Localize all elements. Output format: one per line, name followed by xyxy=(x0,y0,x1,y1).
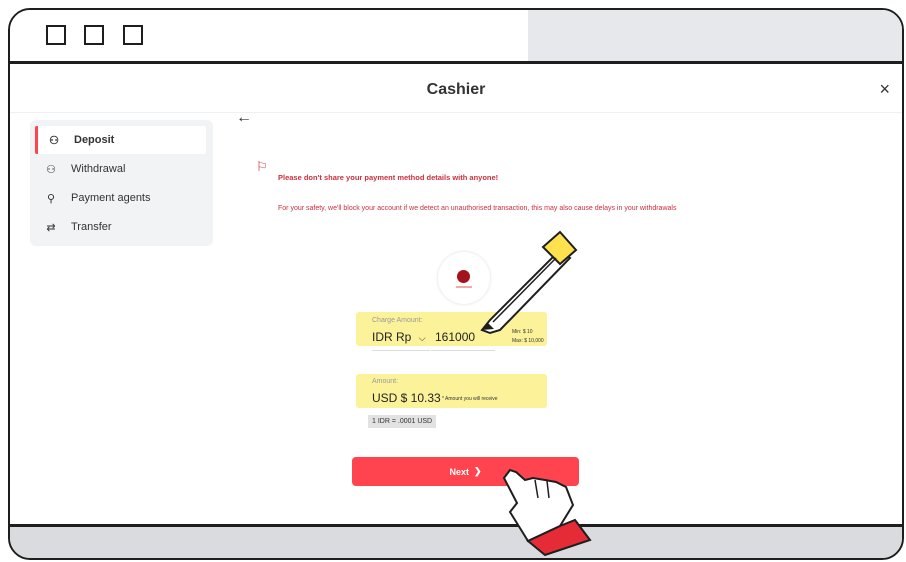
sidebar-item-deposit[interactable]: ⚇ Deposit xyxy=(35,126,206,154)
deposit-icon: ⚇ xyxy=(49,134,59,147)
amount-underline xyxy=(431,350,495,351)
sidebar-item-payment-agents[interactable]: ⚲ Payment agents xyxy=(35,184,206,212)
flag-icon: ⚐ xyxy=(256,159,268,174)
withdrawal-icon: ⚇ xyxy=(46,163,56,176)
payment-agents-icon: ⚲ xyxy=(46,192,56,205)
cashier-app: Cashier × ⚇ Deposit ⚇ Withdrawal ⚲ Payme… xyxy=(10,67,902,527)
max-limit: Max: $ 10,000 xyxy=(512,338,544,344)
amount-label: Amount: xyxy=(372,378,399,385)
sidebar-item-label: Withdrawal xyxy=(71,163,126,175)
warning-text: For your safety, we'll block your accoun… xyxy=(278,205,677,212)
receive-amount-value: USD $ 10.33 xyxy=(372,391,441,405)
window-button-3[interactable] xyxy=(123,25,143,45)
window-bottombar xyxy=(10,524,902,558)
close-icon[interactable]: × xyxy=(879,79,890,100)
currency-value: IDR Rp xyxy=(372,330,412,344)
window-button-2[interactable] xyxy=(84,25,104,45)
back-arrow-icon[interactable]: ← xyxy=(236,109,252,127)
window-titlebar xyxy=(10,10,902,64)
sidebar-item-label: Transfer xyxy=(71,221,112,233)
window-button-1[interactable] xyxy=(46,25,66,45)
cashier-sidebar: ⚇ Deposit ⚇ Withdrawal ⚲ Payment agents … xyxy=(30,120,213,246)
page-title: Cashier xyxy=(426,81,486,98)
sidebar-item-transfer[interactable]: ⇄ Transfer xyxy=(35,213,206,241)
warning-title: Please don't share your payment method d… xyxy=(278,173,499,182)
currency-select[interactable]: IDR Rp ⌵ xyxy=(372,330,426,344)
window-frame: Cashier × ⚇ Deposit ⚇ Withdrawal ⚲ Payme… xyxy=(8,8,904,560)
exchange-rate-badge: 1 IDR = .0001 USD xyxy=(368,415,437,428)
next-button-label: Next xyxy=(449,466,469,477)
sidebar-item-withdrawal[interactable]: ⚇ Withdrawal xyxy=(35,155,206,183)
logo-underline xyxy=(456,286,472,288)
next-button[interactable]: Next ❯ xyxy=(352,457,579,486)
min-limit: Min: $ 10 xyxy=(512,329,533,335)
currency-underline xyxy=(372,350,430,351)
charge-amount-label: Charge Amount: xyxy=(372,317,423,324)
chevron-right-icon: ❯ xyxy=(473,466,482,476)
charge-amount-input[interactable]: 161000 xyxy=(435,330,475,344)
sidebar-item-label: Deposit xyxy=(74,134,115,146)
titlebar-shade xyxy=(528,10,902,61)
payment-logo-icon xyxy=(457,270,470,283)
payment-method-logo xyxy=(438,252,490,304)
chevron-down-icon: ⌵ xyxy=(418,333,426,343)
transfer-icon: ⇄ xyxy=(46,221,56,234)
sidebar-item-label: Payment agents xyxy=(71,192,151,204)
receive-amount-note: * Amount you will receive xyxy=(442,396,498,402)
cashier-header: Cashier × xyxy=(10,67,902,113)
